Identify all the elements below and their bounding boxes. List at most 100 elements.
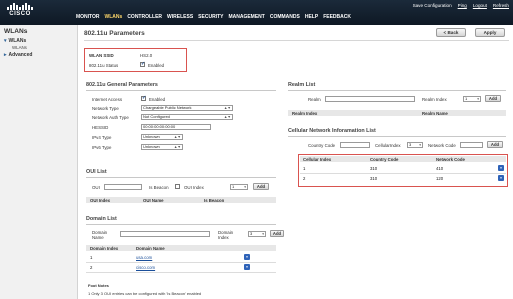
cellular-col-network: Network Code <box>436 157 465 162</box>
utility-links: Save Configuration Ping Logout Refresh <box>413 3 509 8</box>
logout-link[interactable]: Logout <box>473 3 487 8</box>
oui-index-select[interactable]: 1 ▾ <box>230 184 248 190</box>
network-type-select[interactable]: Chargeable Public Network ▲▼ <box>141 105 233 111</box>
sidebar-subitem-wlans[interactable]: WLANs <box>0 45 77 50</box>
hessid-input[interactable]: 00:00:00:00:00:00 <box>141 124 211 130</box>
realm-input[interactable] <box>325 96 415 102</box>
sidebar-item-advanced[interactable]: ▸ Advanced <box>0 51 77 59</box>
apply-button[interactable]: Apply <box>475 28 505 37</box>
cellular-index-label: CellularIndex <box>375 143 401 148</box>
status-label: 802.11u Status <box>89 63 119 68</box>
footnotes-title: Foot Notes <box>88 283 109 288</box>
realm-table-header <box>288 110 506 116</box>
oui-list-divider <box>86 177 276 178</box>
cellular-add-button[interactable]: Add <box>487 141 503 148</box>
dropdown-arrow-icon: ▾ <box>419 143 421 147</box>
domain-index-label: Domain Index <box>218 230 234 240</box>
domain-name-label: Domain Name <box>92 230 108 240</box>
domain-index-value: 3 <box>250 231 253 236</box>
internet-access-checkbox[interactable] <box>141 95 146 101</box>
nav-commands[interactable]: COMMANDS <box>270 14 300 20</box>
dropdown-arrow-icon: ▾ <box>244 185 246 189</box>
realm-label: Realm <box>308 97 321 102</box>
general-params-divider <box>86 90 276 91</box>
is-beacon-label: Is Beacon <box>149 185 169 190</box>
oui-index-value: 1 <box>232 184 235 189</box>
status-checkbox[interactable] <box>140 61 145 67</box>
nav-controller[interactable]: CONTROLLER <box>127 14 162 20</box>
domain-col-name: Domain Name <box>136 246 165 251</box>
country-code-input[interactable] <box>340 142 370 148</box>
oui-col-index: OUI Index <box>90 198 111 203</box>
oui-index-label: OUI Index <box>184 185 204 190</box>
cisco-logo-bars-icon <box>6 3 34 10</box>
realm-col-name: Realm Name <box>422 111 448 116</box>
wlan-ssid-value: HS2.0 <box>140 53 153 58</box>
cellular-row-1-network: 410 <box>436 166 444 171</box>
collapse-arrow-icon: ▸ <box>4 52 7 58</box>
sidebar-title: WLANs <box>4 28 28 35</box>
domain-list-divider <box>86 224 276 225</box>
dropdown-arrow-icon: ▲▼ <box>223 115 231 119</box>
nav-help[interactable]: HELP <box>305 14 318 20</box>
oui-input[interactable] <box>104 184 142 190</box>
refresh-link[interactable]: Refresh <box>493 3 509 8</box>
sidebar-item-label: WLANs <box>8 38 27 44</box>
footnote-1: 1 Only 3 OUI entries can be configured w… <box>88 291 202 296</box>
oui-list-title: OUI List <box>86 169 107 175</box>
nav-feedback[interactable]: FEEDBACK <box>323 14 351 20</box>
status-value: Enabled <box>148 63 165 68</box>
domain-list-title: Domain List <box>86 216 117 222</box>
dropdown-arrow-icon: ▾ <box>262 232 264 236</box>
realm-index-label: Realm Index <box>422 97 447 102</box>
oui-table-header <box>86 197 276 203</box>
network-code-label: Network Code <box>428 143 456 148</box>
ipv4-type-select[interactable]: Unknown ▲▼ <box>141 134 183 140</box>
nav-monitor[interactable]: MONITOR <box>76 14 100 20</box>
nav-management[interactable]: MANAGEMENT <box>228 14 264 20</box>
row-divider <box>300 173 506 174</box>
cellular-row-1-country: 310 <box>370 166 378 171</box>
network-auth-select[interactable]: Not Configured ▲▼ <box>141 114 233 120</box>
nav-wireless[interactable]: WIRELESS <box>167 14 193 20</box>
dropdown-arrow-icon: ▲▼ <box>173 135 181 139</box>
cellular-row-2-index: 2 <box>303 176 306 181</box>
dropdown-arrow-icon: ▾ <box>477 97 479 101</box>
cellular-row-1-menu-icon[interactable]: ▾ <box>498 165 504 171</box>
cellular-row-2-menu-icon[interactable]: ▾ <box>498 175 504 181</box>
nav-wlans[interactable]: WLANs <box>105 14 123 20</box>
ipv6-type-value: Unknown <box>143 144 160 149</box>
cellular-list-divider <box>288 136 506 137</box>
network-type-value: Chargeable Public Network <box>143 105 192 110</box>
row-divider <box>86 272 276 273</box>
country-code-label: Country Code <box>308 143 336 148</box>
back-button[interactable]: < Back <box>436 28 466 37</box>
general-params-title: 802.11u General Parameters <box>86 82 158 88</box>
cellular-row-1-index: 1 <box>303 166 306 171</box>
oui-add-button[interactable]: Add <box>253 183 269 190</box>
save-configuration-link[interactable]: Save Configuration <box>413 3 452 8</box>
ipv6-type-select[interactable]: Unknown ▲▼ <box>141 144 183 150</box>
domain-row-2-index: 2 <box>90 265 93 270</box>
cellular-index-value: 3 <box>409 142 412 147</box>
is-beacon-checkbox[interactable] <box>175 184 180 189</box>
domain-add-button[interactable]: Add <box>270 230 284 237</box>
main-menu: MONITOR WLANs CONTROLLER WIRELESS SECURI… <box>76 14 351 20</box>
realm-list-title: Realm List <box>288 82 316 88</box>
domain-name-input[interactable] <box>120 231 210 237</box>
domain-row-2-menu-icon[interactable]: ▾ <box>244 264 250 270</box>
main-content: 802.11u Parameters < Back Apply WLAN SSI… <box>80 25 513 299</box>
domain-index-select[interactable]: 3 ▾ <box>248 231 266 237</box>
network-code-input[interactable] <box>460 142 483 148</box>
sidebar: WLANs ▾ WLANs WLANs ▸ Advanced <box>0 25 78 299</box>
realm-add-button[interactable]: Add <box>485 95 501 102</box>
sidebar-item-wlans[interactable]: ▾ WLANs <box>0 37 77 45</box>
ping-link[interactable]: Ping <box>458 3 467 8</box>
domain-row-2-name[interactable]: cisco.com <box>136 265 155 270</box>
domain-row-1-name[interactable]: usa.com <box>136 255 152 260</box>
realm-index-select[interactable]: 1 ▾ <box>463 96 481 102</box>
nav-security[interactable]: SECURITY <box>198 14 223 20</box>
cellular-index-select[interactable]: 3 ▾ <box>407 142 423 148</box>
domain-row-1-menu-icon[interactable]: ▾ <box>244 254 250 260</box>
network-type-label: Network Type <box>92 106 119 111</box>
